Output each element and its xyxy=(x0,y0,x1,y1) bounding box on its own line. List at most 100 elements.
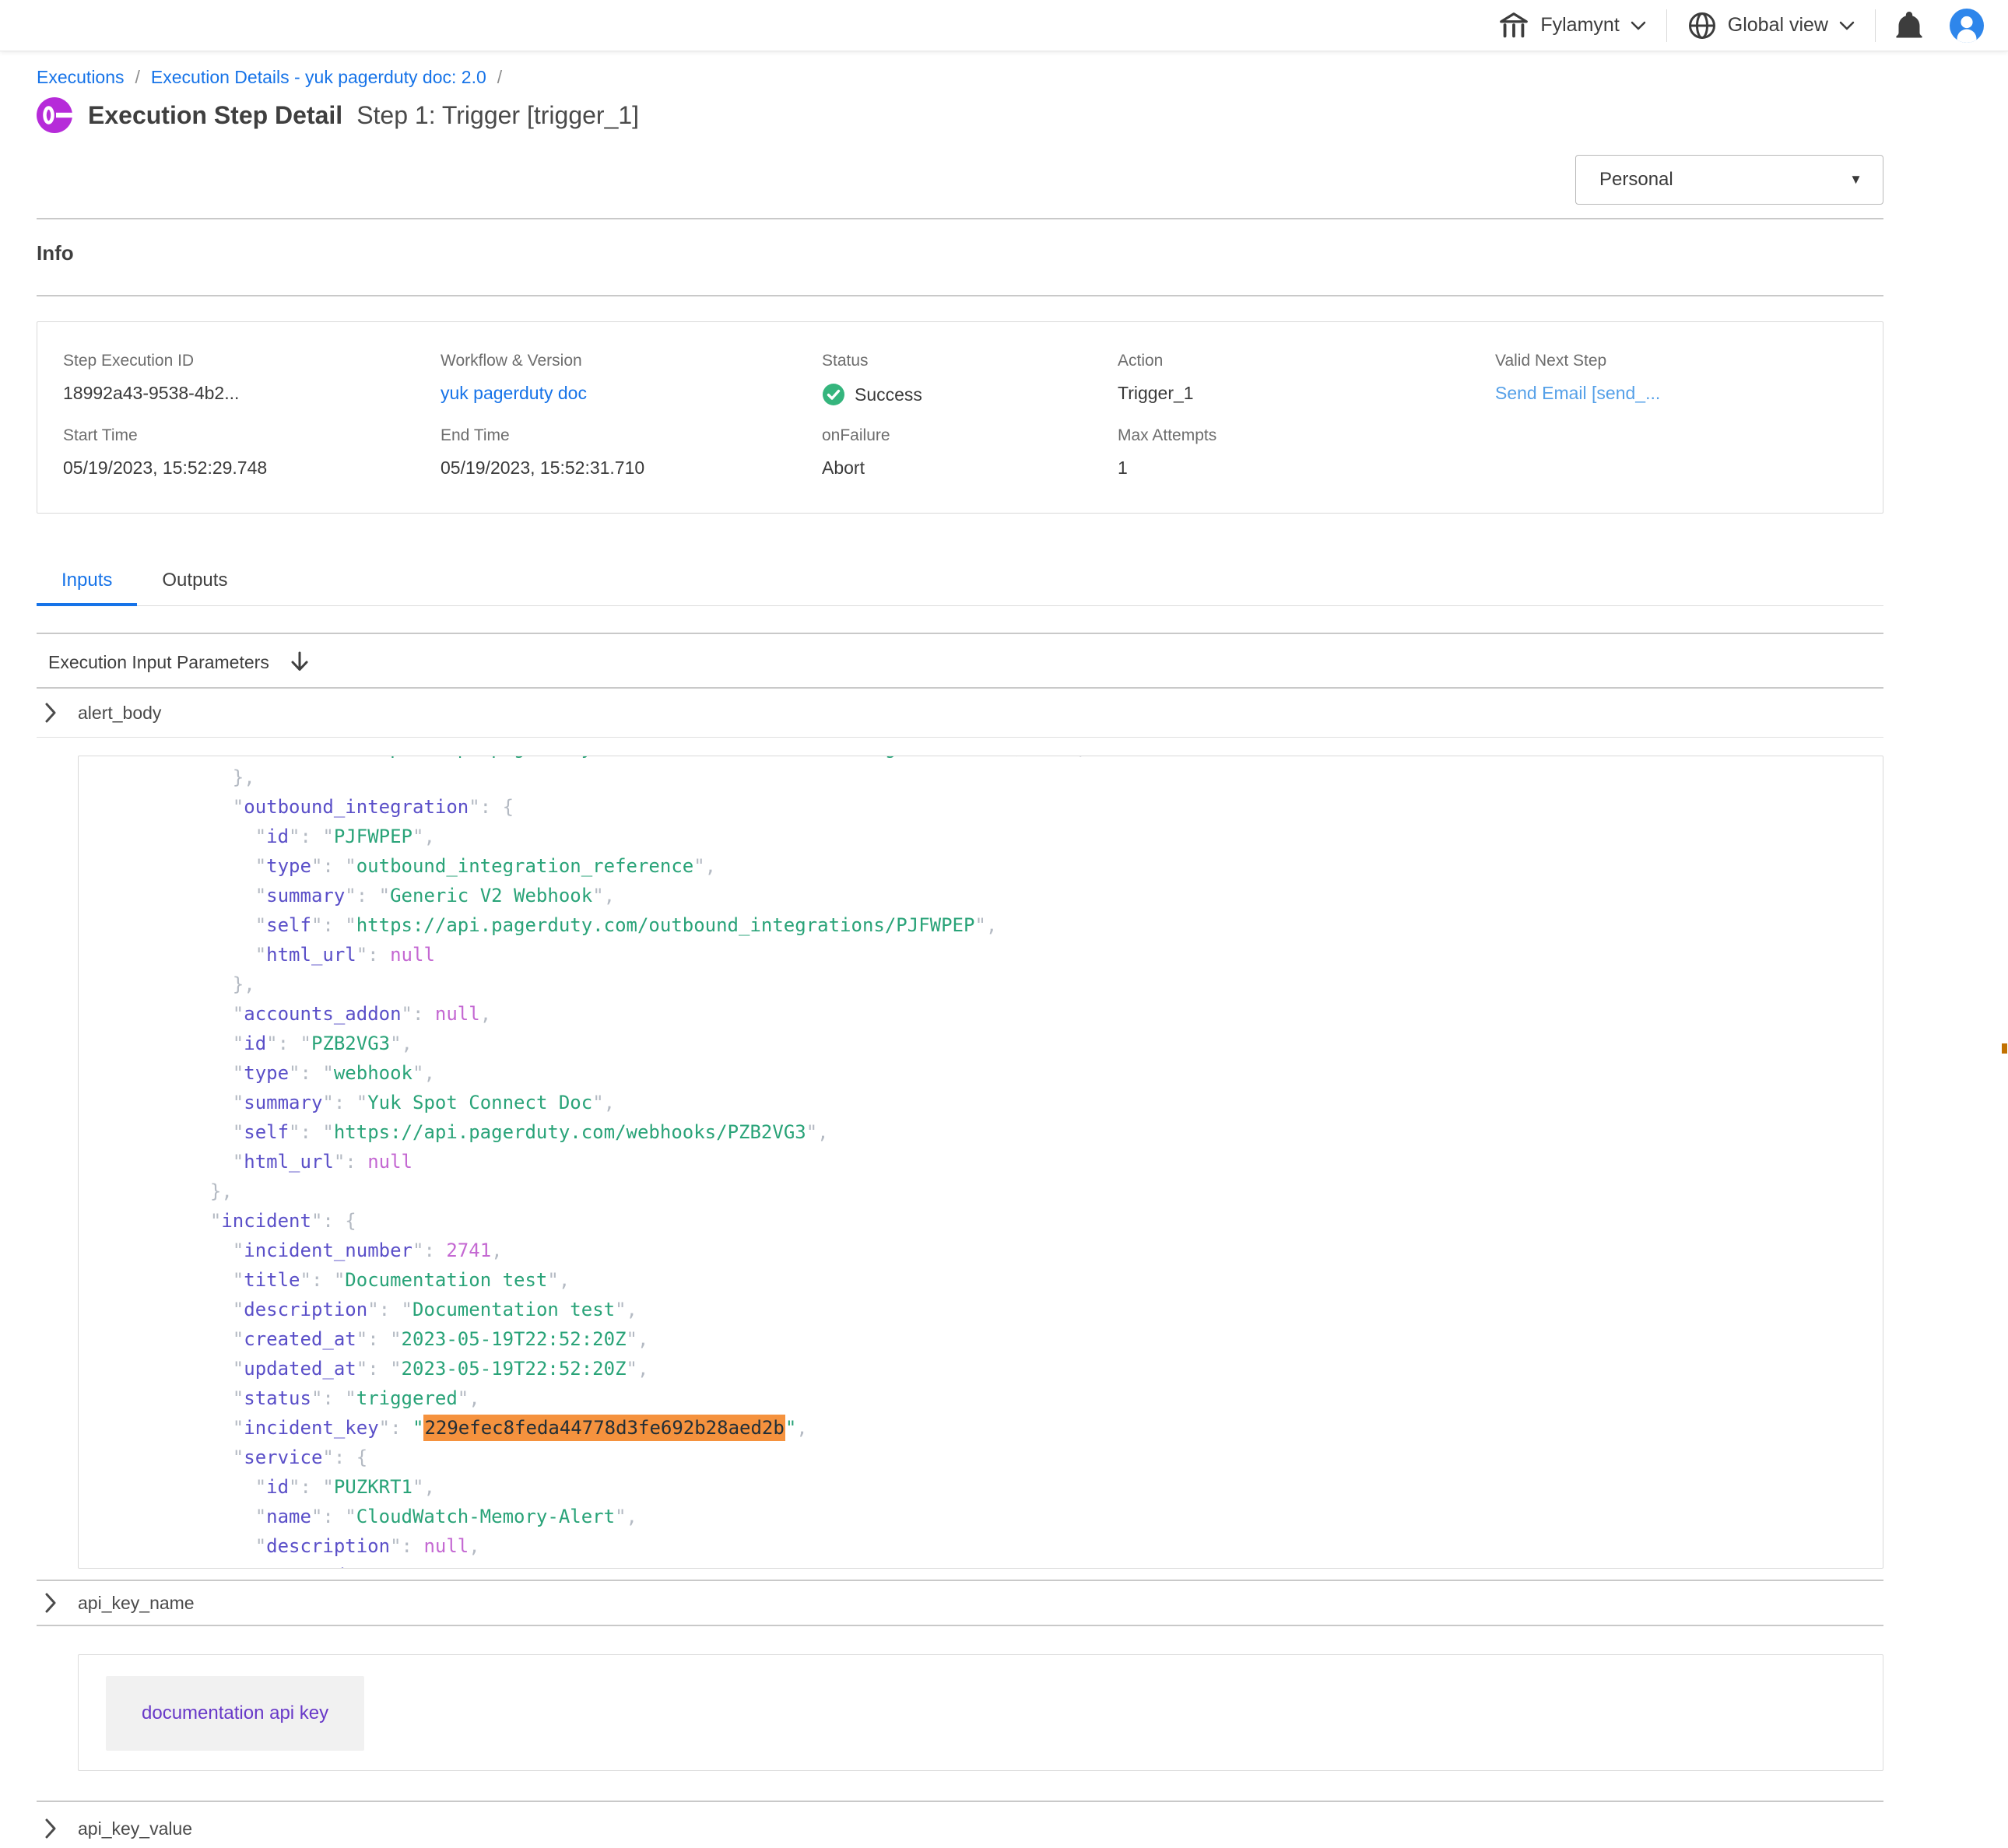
next-step-link[interactable]: Send Email [send_... xyxy=(1495,383,1857,404)
code-line: "id": "PUZKRT1", xyxy=(188,1472,1883,1502)
code-line: }, xyxy=(188,970,1883,999)
user-menu-button[interactable] xyxy=(1949,8,1985,44)
title-row: Execution Step Detail Step 1: Trigger [t… xyxy=(37,96,1883,135)
code-line: "service": { xyxy=(188,1443,1883,1472)
bell-icon xyxy=(1896,10,1922,41)
field-label: Workflow & Version xyxy=(441,352,822,370)
avatar xyxy=(1949,8,1985,44)
field-value: Abort xyxy=(822,458,1118,479)
field-label: End Time xyxy=(441,426,822,445)
view-switcher[interactable]: Global view xyxy=(1687,11,1855,40)
field-value: 1 xyxy=(1118,458,1495,479)
code-line: "created_at": "2023-05-19T22:52:20Z", xyxy=(188,1324,1883,1354)
field-label: Start Time xyxy=(63,426,441,445)
json-code: "self": "https://api.pagerduty.com/servi… xyxy=(79,756,1883,1569)
json-viewer[interactable]: "self": "https://api.pagerduty.com/servi… xyxy=(78,756,1883,1569)
notifications-button[interactable] xyxy=(1896,10,1922,41)
section-divider xyxy=(37,295,1883,296)
section-divider xyxy=(37,218,1883,219)
code-line: "status": "triggered", xyxy=(188,1383,1883,1413)
field-value: 05/19/2023, 15:52:31.710 xyxy=(441,458,822,479)
code-line: "self": "https://api.pagerduty.com/webho… xyxy=(188,1117,1883,1147)
field-onfailure: onFailure Abort xyxy=(822,426,1118,479)
field-label: Max Attempts xyxy=(1118,426,1495,445)
api-key-name-chip: documentation api key xyxy=(106,1676,364,1751)
execution-input-parameters-row: Execution Input Parameters xyxy=(37,643,1883,681)
bank-icon xyxy=(1498,11,1529,40)
code-line: "name": "CloudWatch-Memory-Alert", xyxy=(188,1502,1883,1531)
info-row: Start Time 05/19/2023, 15:52:29.748 End … xyxy=(63,426,1857,479)
field-status: Status Success xyxy=(822,352,1118,406)
field-label: Status xyxy=(822,352,1118,370)
field-value: Trigger_1 xyxy=(1118,383,1495,404)
code-line: "summary": "Generic V2 Webhook", xyxy=(188,881,1883,910)
field-end-time: End Time 05/19/2023, 15:52:31.710 xyxy=(441,426,822,479)
code-line: }, xyxy=(188,1176,1883,1206)
code-line: "description": null, xyxy=(188,1531,1883,1561)
app-header: Fylamynt Global view xyxy=(0,0,2008,51)
scrollbar-highlight-marker xyxy=(2002,1043,2007,1054)
code-line: "incident_key": "229efec8feda44778d3fe69… xyxy=(188,1413,1883,1443)
collapse-arrow-icon[interactable] xyxy=(290,650,310,674)
view-name: Global view xyxy=(1728,14,1828,37)
field-label: Valid Next Step xyxy=(1495,352,1857,370)
main-content: Executions / Execution Details - yuk pag… xyxy=(37,67,1883,1848)
breadcrumb-separator: / xyxy=(497,67,502,88)
info-heading: Info xyxy=(37,241,1883,265)
tab-inputs[interactable]: Inputs xyxy=(37,570,137,605)
field-label: Action xyxy=(1118,352,1495,370)
field-value: 18992a43-9538-4b2... xyxy=(63,383,441,404)
tab-bar: Inputs Outputs xyxy=(37,570,1883,606)
workflow-logo-icon xyxy=(37,97,72,133)
section-title: Execution Input Parameters xyxy=(48,652,269,673)
code-line: }, xyxy=(188,763,1883,792)
header-divider xyxy=(1875,9,1876,42)
param-row-alert-body[interactable]: alert_body xyxy=(37,689,1883,737)
param-name: alert_body xyxy=(78,703,161,724)
param-name: api_key_name xyxy=(78,1593,195,1614)
org-name: Fylamynt xyxy=(1540,14,1619,37)
row-divider xyxy=(37,737,1883,738)
breadcrumb: Executions / Execution Details - yuk pag… xyxy=(37,67,1883,88)
workflow-link[interactable]: yuk pagerduty doc xyxy=(441,383,822,404)
param-name: api_key_value xyxy=(78,1818,192,1839)
field-label: Step Execution ID xyxy=(63,352,441,370)
section-divider xyxy=(37,1801,1883,1802)
field-workflow-version: Workflow & Version yuk pagerduty doc xyxy=(441,352,822,406)
code-line: "summary": "Yuk Spot Connect Doc", xyxy=(188,1088,1883,1117)
header-divider xyxy=(1666,9,1667,42)
code-line: "self": "https://api.pagerduty.com/servi… xyxy=(188,756,1883,763)
field-value: 05/19/2023, 15:52:29.748 xyxy=(63,458,441,479)
code-line: "title": "Documentation test", xyxy=(188,1265,1883,1295)
field-action: Action Trigger_1 xyxy=(1118,352,1495,406)
code-line: "type": "webhook", xyxy=(188,1058,1883,1088)
param-row-api-key-value[interactable]: api_key_value xyxy=(37,1807,1883,1848)
code-line: "id": "PZB2VG3", xyxy=(188,1029,1883,1058)
breadcrumb-separator: / xyxy=(135,67,140,88)
chevron-right-icon xyxy=(45,703,57,723)
code-line: "id": "PJFWPEP", xyxy=(188,822,1883,851)
code-line: "incident": { xyxy=(188,1206,1883,1236)
tab-outputs[interactable]: Outputs xyxy=(137,570,252,605)
org-switcher[interactable]: Fylamynt xyxy=(1498,11,1645,40)
code-line: "html_url": null xyxy=(188,940,1883,970)
code-line: "updated_at": "2023-05-19T22:52:20Z", xyxy=(188,1354,1883,1383)
chevron-right-icon xyxy=(45,1593,57,1613)
code-line: "type": "outbound_integration_reference"… xyxy=(188,851,1883,881)
breadcrumb-execution-details[interactable]: Execution Details - yuk pagerduty doc: 2… xyxy=(151,67,486,88)
param-row-api-key-name[interactable]: api_key_name xyxy=(37,1581,1883,1625)
chevron-down-icon xyxy=(1839,21,1855,30)
success-check-icon xyxy=(822,383,845,406)
status-text: Success xyxy=(855,384,922,405)
breadcrumb-executions[interactable]: Executions xyxy=(37,67,125,88)
api-key-name-value-box: documentation api key xyxy=(78,1654,1883,1771)
field-start-time: Start Time 05/19/2023, 15:52:29.748 xyxy=(63,426,441,479)
chevron-down-icon xyxy=(1631,21,1646,30)
code-line: "self": "https://api.pagerduty.com/outbo… xyxy=(188,910,1883,940)
field-label: onFailure xyxy=(822,426,1118,445)
globe-icon xyxy=(1687,11,1717,40)
code-line: "html_url": null xyxy=(188,1147,1883,1176)
page-subtitle: Step 1: Trigger [trigger_1] xyxy=(356,101,639,130)
info-card: Step Execution ID 18992a43-9538-4b2... W… xyxy=(37,321,1883,514)
info-row: Step Execution ID 18992a43-9538-4b2... W… xyxy=(63,352,1857,406)
